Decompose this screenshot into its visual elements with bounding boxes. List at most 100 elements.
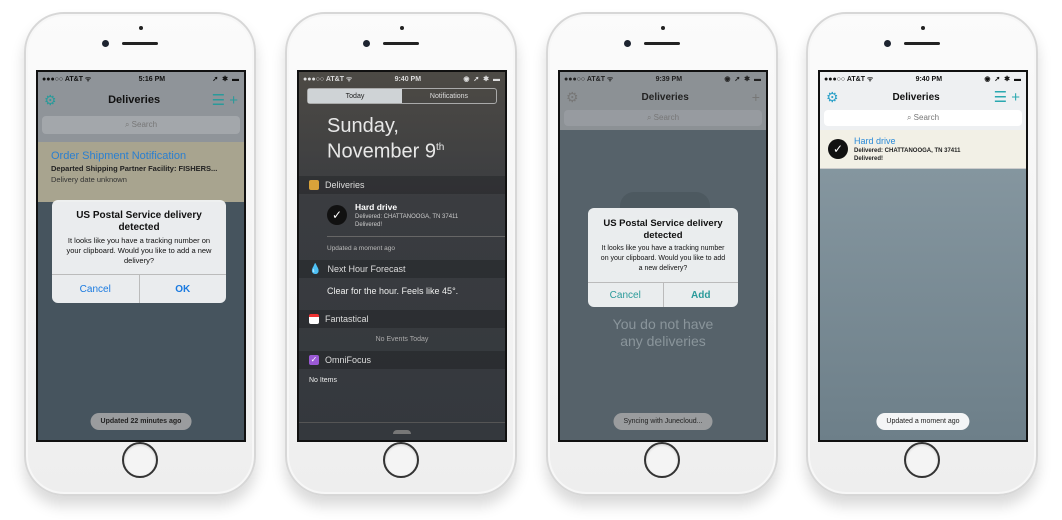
sensor [921, 26, 925, 30]
header: ●●●○○ AT&T ᯤ 9:40 PM ◉ ➚ ✱ ▬ ⚙ Deliverie… [820, 72, 1026, 130]
clock: 9:40 PM [915, 75, 943, 83]
item-line1: Delivered: CHATTANOOGA, TN 37411 [854, 148, 961, 154]
status-icons: ➚ ✱ ▬ [212, 76, 240, 83]
front-camera [102, 40, 109, 47]
gear-icon[interactable]: ⚙ [566, 89, 579, 106]
chevron-up-icon [393, 429, 411, 434]
carrier: ●●●○○ AT&T ᯤ [303, 75, 353, 83]
grabber-handle[interactable] [299, 422, 505, 440]
sensor [661, 26, 665, 30]
updated-text: Updated a moment ago [327, 236, 505, 260]
home-button[interactable] [122, 442, 158, 478]
cancel-button[interactable]: Cancel [588, 283, 663, 307]
empty-state: You do not have any deliveries [612, 316, 714, 349]
home-button[interactable] [383, 442, 419, 478]
alert-dialog: US Postal Service delivery detected It l… [588, 208, 738, 307]
date-day: Sunday, [327, 115, 399, 137]
forecast-text: Clear for the hour. Feels like 45°. [327, 286, 459, 296]
widget-header-fantastical[interactable]: Fantastical [299, 310, 505, 328]
carrier: ●●●○○ AT&T ᯤ [42, 75, 92, 83]
status-pill: Updated a moment ago [876, 413, 970, 430]
raindrop-icon: 💧 [309, 263, 322, 275]
clock: 5:16 PM [138, 75, 166, 83]
item-line2: Delivered! [854, 156, 884, 162]
carrier: ●●●○○ AT&T ᯤ [564, 75, 614, 83]
status-pill: Syncing with Junecloud... [613, 413, 713, 430]
status-bar: ●●●○○ AT&T ᯤ 9:40 PM ◉ ➚ ✱ ▬ [299, 72, 505, 86]
plus-icon[interactable]: + [229, 92, 238, 109]
phone-1: ●●●○○ AT&T ᯤ 5:16 PM ➚ ✱ ▬ ⚙ Deliveries … [24, 12, 256, 496]
front-camera [363, 40, 370, 47]
alert-title: US Postal Service delivery detected [603, 218, 723, 241]
nav-title: Deliveries [641, 91, 689, 103]
check-icon: ✓ [828, 139, 848, 159]
nav-title: Deliveries [108, 94, 161, 106]
nav-bar: ⚙ Deliveries + [560, 86, 766, 108]
stage: ●●●○○ AT&T ᯤ 5:16 PM ➚ ✱ ▬ ⚙ Deliveries … [0, 0, 1062, 520]
nav-title: Deliveries [892, 91, 940, 103]
events-text: No Events Today [375, 336, 429, 343]
status-icons: ◉ ➚ ✱ ▬ [724, 76, 762, 83]
clock: 9:40 PM [394, 75, 422, 83]
alert-dialog: US Postal Service delivery detected It l… [52, 200, 226, 303]
tab-notifications[interactable]: Notifications [402, 89, 496, 103]
screen: ●●●○○ AT&T ᯤ 9:40 PM ◉ ➚ ✱ ▬ Today Notif… [297, 70, 507, 442]
speaker [904, 42, 940, 45]
screen: ●●●○○ AT&T ᯤ 9:40 PM ◉ ➚ ✱ ▬ ⚙ Deliverie… [818, 70, 1028, 442]
date-header: Sunday, November 9th [299, 106, 505, 176]
status-bar: ●●●○○ AT&T ᯤ 9:40 PM ◉ ➚ ✱ ▬ [820, 72, 1026, 86]
speaker [122, 42, 158, 45]
status-bar: ●●●○○ AT&T ᯤ 5:16 PM ➚ ✱ ▬ [38, 72, 244, 86]
plus-icon[interactable]: + [1011, 89, 1020, 106]
status-pill: Updated 22 minutes ago [90, 413, 192, 430]
list-icon[interactable]: ☰ [212, 92, 225, 109]
phone-3: ●●●○○ AT&T ᯤ 9:39 PM ◉ ➚ ✱ ▬ ⚙ Deliverie… [546, 12, 778, 496]
delivery-item[interactable]: ✓ Hard drive Delivered: CHATTANOOGA, TN … [299, 194, 505, 236]
speaker [644, 42, 680, 45]
add-button[interactable]: Add [662, 283, 739, 307]
phone-4: ●●●○○ AT&T ᯤ 9:40 PM ◉ ➚ ✱ ▬ ⚙ Deliverie… [806, 12, 1038, 496]
clock: 9:39 PM [655, 75, 683, 83]
screen: ●●●○○ AT&T ᯤ 5:16 PM ➚ ✱ ▬ ⚙ Deliveries … [36, 70, 246, 442]
item-line1: Departed Shipping Partner Facility: FISH… [51, 164, 218, 173]
list-item[interactable]: Order Shipment Notification Departed Shi… [38, 136, 244, 184]
search-input[interactable]: ⌕ Search [42, 116, 240, 134]
widget-header-deliveries[interactable]: Deliveries [299, 176, 505, 194]
nav-bar: ⚙ Deliveries ☰ + [820, 86, 1026, 108]
alert-message: It looks like you have a tracking number… [66, 236, 212, 265]
search-input[interactable]: ⌕ Search [824, 110, 1022, 126]
gear-icon[interactable]: ⚙ [44, 92, 57, 109]
screen: ●●●○○ AT&T ᯤ 9:39 PM ◉ ➚ ✱ ▬ ⚙ Deliverie… [558, 70, 768, 442]
widget-header-omnifocus[interactable]: ✓ OmniFocus [299, 351, 505, 369]
segmented-control: Today Notifications [307, 88, 497, 104]
check-icon: ✓ [327, 205, 347, 225]
cancel-button[interactable]: Cancel [52, 275, 139, 303]
list-icon[interactable]: ☰ [994, 89, 1007, 106]
home-button[interactable] [644, 442, 680, 478]
status-icons: ◉ ➚ ✱ ▬ [463, 76, 501, 83]
alert-message: It looks like you have a tracking number… [600, 245, 726, 272]
sensor [139, 26, 143, 30]
omnifocus-text: No Items [309, 377, 338, 384]
plus-icon[interactable]: + [752, 89, 760, 105]
widget-header-forecast[interactable]: 💧 Next Hour Forecast [299, 260, 505, 278]
search-input[interactable]: ⌕ Search [564, 110, 762, 126]
gear-icon[interactable]: ⚙ [826, 89, 839, 106]
list-item[interactable]: ✓ Hard drive Delivered: CHATTANOOGA, TN … [820, 130, 1026, 169]
speaker [383, 42, 419, 45]
front-camera [624, 40, 631, 47]
nav-bar: ⚙ Deliveries ☰ + [38, 86, 244, 114]
phone-2: ●●●○○ AT&T ᯤ 9:40 PM ◉ ➚ ✱ ▬ Today Notif… [285, 12, 517, 496]
status-bar: ●●●○○ AT&T ᯤ 9:39 PM ◉ ➚ ✱ ▬ [560, 72, 766, 86]
sensor [400, 26, 404, 30]
alert-title: US Postal Service delivery detected [76, 210, 202, 233]
front-camera [884, 40, 891, 47]
tab-today[interactable]: Today [308, 89, 402, 103]
fantastical-app-icon [309, 314, 319, 324]
ok-button[interactable]: OK [138, 275, 227, 303]
status-icons: ◉ ➚ ✱ ▬ [984, 76, 1022, 83]
item-line2: Delivery date unknown [51, 175, 127, 184]
home-button[interactable] [904, 442, 940, 478]
carrier: ●●●○○ AT&T ᯤ [824, 75, 874, 83]
omnifocus-app-icon: ✓ [309, 355, 319, 365]
